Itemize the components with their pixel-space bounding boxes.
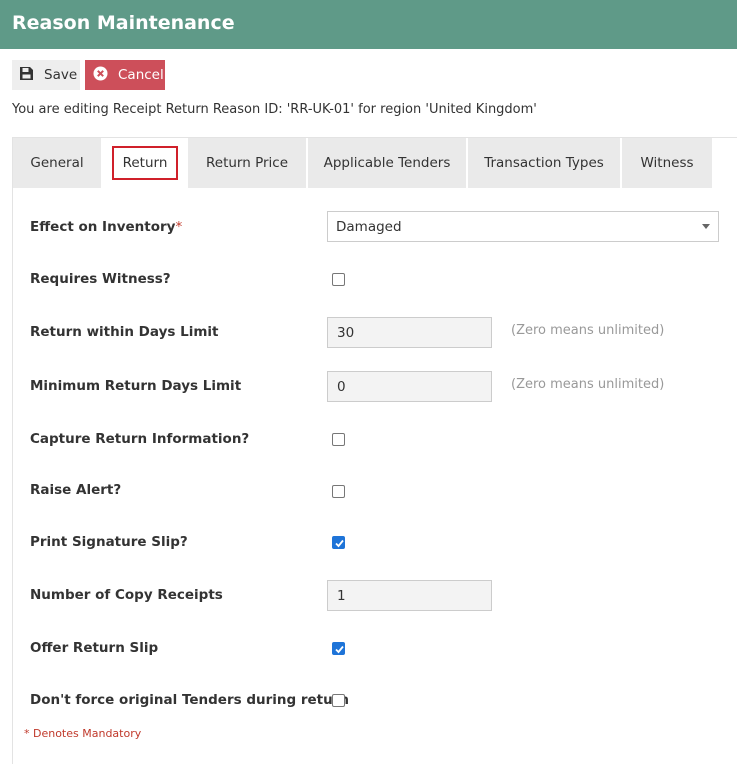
dont-force-original-tenders-checkbox[interactable] [332, 694, 345, 707]
tab-return-label: Return [111, 146, 179, 180]
return-within-days-input[interactable]: 30 [327, 317, 492, 348]
print-signature-slip-label: Print Signature Slip? [30, 534, 188, 550]
capture-return-info-checkbox[interactable] [332, 433, 345, 446]
offer-return-slip-checkbox[interactable] [332, 642, 345, 655]
save-icon [19, 66, 34, 85]
page-header: Reason Maintenance [0, 0, 737, 49]
return-within-days-label: Return within Days Limit [30, 324, 219, 340]
chevron-down-icon [702, 224, 710, 229]
close-circle-icon [93, 66, 108, 85]
effect-on-inventory-label: Effect on Inventory* [30, 219, 183, 235]
requires-witness-checkbox[interactable] [332, 273, 345, 286]
tab-applicable-tenders[interactable]: Applicable Tenders [308, 138, 466, 188]
minimum-return-days-input[interactable]: 0 [327, 371, 492, 402]
offer-return-slip-label: Offer Return Slip [30, 640, 159, 656]
raise-alert-label: Raise Alert? [30, 482, 122, 498]
minimum-return-days-label: Minimum Return Days Limit [30, 378, 242, 394]
capture-return-info-label: Capture Return Information? [30, 431, 250, 447]
save-button-label: Save [44, 67, 78, 83]
mandatory-note: * Denotes Mandatory [24, 727, 142, 740]
save-button[interactable]: Save [12, 60, 80, 90]
number-of-copy-receipts-input[interactable]: 1 [327, 580, 492, 611]
checkmark-icon [335, 539, 344, 548]
checkmark-icon [335, 645, 344, 654]
print-signature-slip-checkbox[interactable] [332, 536, 345, 549]
tab-return[interactable]: Return [103, 138, 187, 188]
return-within-days-hint: (Zero means unlimited) [511, 323, 665, 338]
effect-on-inventory-select[interactable]: Damaged [327, 211, 719, 242]
minimum-return-days-hint: (Zero means unlimited) [511, 377, 665, 392]
requires-witness-label: Requires Witness? [30, 271, 171, 287]
tab-general[interactable]: General [13, 138, 101, 188]
tab-witness[interactable]: Witness [622, 138, 712, 188]
raise-alert-checkbox[interactable] [332, 485, 345, 498]
editing-info-text: You are editing Receipt Return Reason ID… [12, 102, 537, 117]
page-title: Reason Maintenance [12, 12, 235, 34]
required-mark: * [175, 219, 183, 235]
cancel-button[interactable]: Cancel [85, 60, 165, 90]
number-of-copy-receipts-label: Number of Copy Receipts [30, 587, 223, 603]
dont-force-original-tenders-label: Don't force original Tenders during retu… [30, 692, 350, 708]
tab-transaction-types[interactable]: Transaction Types [468, 138, 620, 188]
cancel-button-label: Cancel [118, 67, 164, 83]
tab-return-price[interactable]: Return Price [188, 138, 306, 188]
